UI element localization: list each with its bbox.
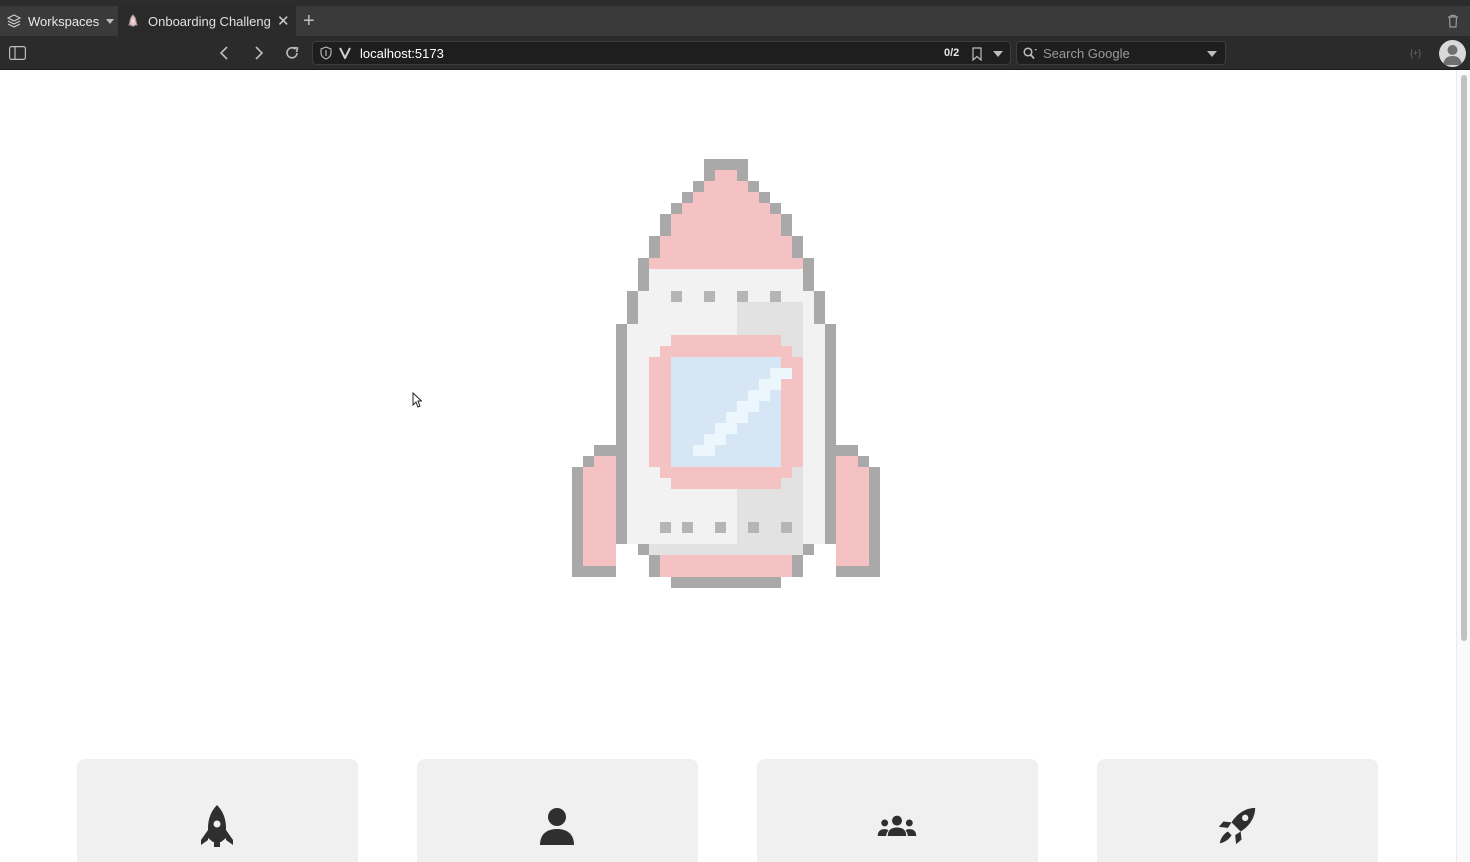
reload-icon[interactable] — [283, 44, 301, 62]
url-text: localhost:5173 — [360, 46, 444, 61]
find-match-count: 0/2 — [944, 47, 960, 59]
workspaces-button[interactable]: Workspaces — [0, 6, 115, 36]
users-group-icon — [877, 803, 917, 849]
rocket-launch-icon — [1217, 803, 1257, 849]
card-launch[interactable] — [1097, 759, 1378, 862]
card-group[interactable] — [757, 759, 1038, 862]
search-engine-chevron-icon[interactable] — [1207, 50, 1217, 58]
favicon-rocket-icon — [126, 14, 140, 28]
address-dropdown-chevron-icon[interactable] — [993, 50, 1003, 58]
search-field[interactable] — [1016, 41, 1226, 65]
forward-arrow-icon[interactable] — [251, 44, 267, 62]
tab-bar: Workspaces Onboarding Challenge ✕ + — [0, 6, 1470, 36]
vivaldi-logo-icon — [338, 46, 352, 60]
card-user[interactable] — [417, 759, 698, 862]
chevron-down-icon — [106, 18, 115, 24]
tab-title: Onboarding Challenge — [148, 13, 270, 29]
sidebar-toggle-icon[interactable] — [8, 45, 26, 61]
profile-avatar-icon[interactable] — [1439, 40, 1466, 67]
workspaces-label: Workspaces — [28, 13, 100, 29]
trash-icon[interactable] — [1445, 13, 1461, 29]
navigation-toolbar: localhost:5173 0/2 {+} — [0, 36, 1470, 70]
page-viewport — [0, 71, 1456, 862]
search-icon — [1022, 46, 1038, 60]
mouse-cursor-icon — [412, 392, 422, 408]
pixel-rocket-image — [572, 159, 880, 588]
tab-onboarding-challenge[interactable]: Onboarding Challenge ✕ — [118, 6, 296, 36]
bookmark-icon[interactable] — [971, 46, 983, 61]
address-bar[interactable]: localhost:5173 0/2 — [312, 41, 1011, 65]
card-rocket[interactable] — [77, 759, 358, 862]
vertical-scrollbar[interactable] — [1456, 71, 1470, 862]
user-icon — [537, 803, 577, 849]
search-input[interactable] — [1043, 45, 1203, 61]
extension-indicator[interactable]: {+} — [1410, 48, 1421, 58]
shield-icon[interactable] — [319, 46, 333, 60]
scrollbar-thumb[interactable] — [1461, 75, 1467, 641]
rocket-icon — [197, 803, 237, 849]
back-arrow-icon[interactable] — [216, 44, 232, 62]
close-tab-icon[interactable]: ✕ — [277, 14, 290, 29]
new-tab-button[interactable]: + — [303, 11, 315, 31]
workspaces-layers-icon — [7, 14, 21, 28]
